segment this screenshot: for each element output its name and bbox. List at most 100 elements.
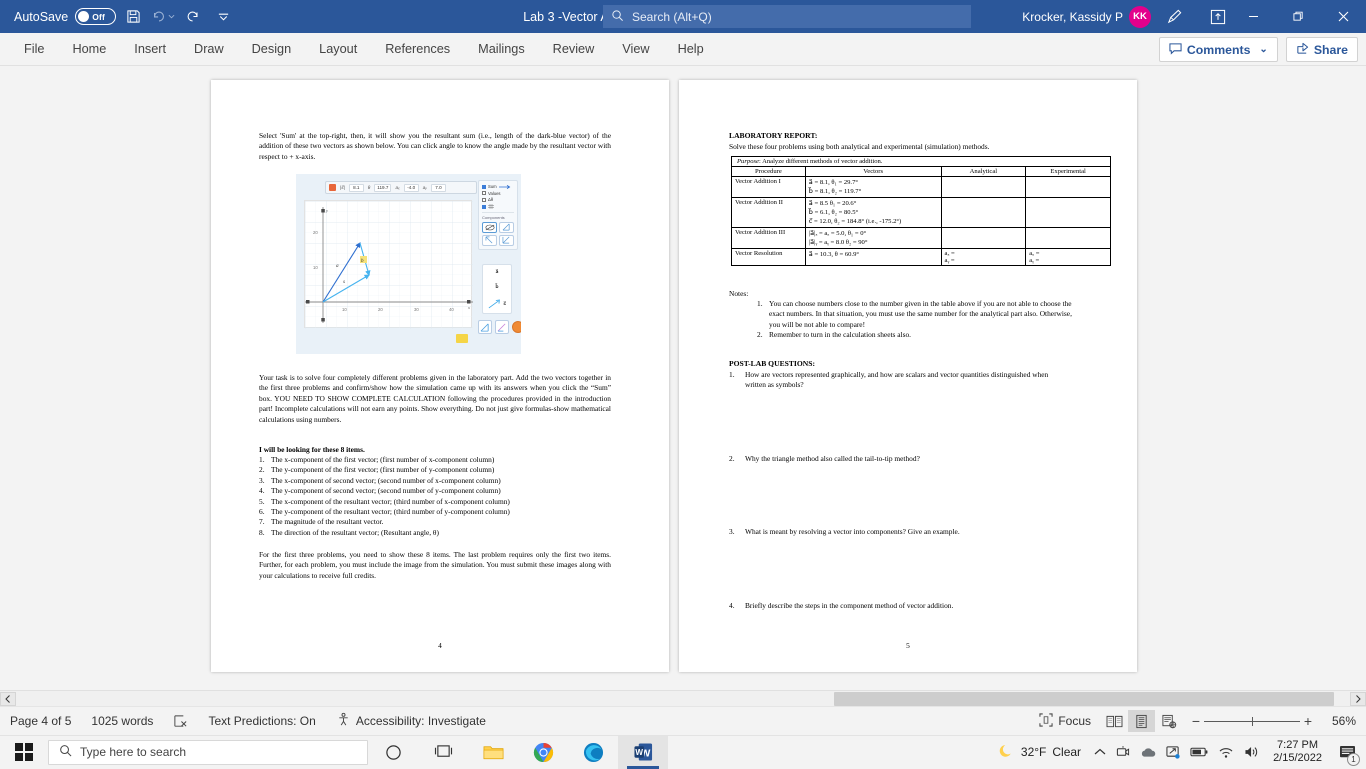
tab-insert[interactable]: Insert [120, 33, 180, 66]
read-mode-icon[interactable] [1101, 710, 1128, 732]
option-values[interactable]: Values [482, 191, 514, 196]
protractor-tool-button[interactable] [495, 320, 509, 334]
checkbox-delta-theta[interactable] [482, 198, 486, 202]
text-predictions-status[interactable]: Text Predictions: On [198, 707, 325, 736]
reset-button[interactable] [512, 321, 521, 333]
pen-icon[interactable] [1161, 4, 1187, 30]
cortana-icon[interactable] [368, 736, 418, 769]
tab-draw[interactable]: Draw [180, 33, 238, 66]
chevron-up-icon[interactable] [1089, 736, 1111, 769]
scroll-track[interactable] [16, 692, 1350, 706]
accessibility-status[interactable]: Accessibility: Investigate [326, 707, 496, 736]
cell-analytical[interactable] [941, 198, 1026, 228]
vector-s-item[interactable]: s⃗ [488, 299, 506, 309]
page-indicator[interactable]: Page 4 of 5 [0, 707, 81, 736]
tab-file[interactable]: File [10, 33, 58, 66]
microsoft-edge-icon[interactable] [568, 736, 618, 769]
camera-icon[interactable] [1111, 736, 1135, 769]
page-5[interactable]: LABORATORY REPORT: Solve these four prob… [679, 80, 1137, 672]
battery-icon[interactable] [1185, 736, 1213, 769]
document-canvas[interactable]: Select 'Sum' at the top-right, then, it … [0, 68, 1366, 688]
tab-layout[interactable]: Layout [305, 33, 371, 66]
zoom-handle[interactable] [1252, 717, 1253, 726]
taskbar-search-input[interactable]: Type here to search [48, 740, 368, 765]
tab-mailings[interactable]: Mailings [464, 33, 539, 66]
components-triangle-button[interactable] [499, 222, 514, 233]
option-sum[interactable]: Sum [482, 184, 514, 189]
simulation-color-swatch[interactable] [329, 184, 336, 191]
onedrive-icon[interactable] [1135, 736, 1161, 769]
components-xy-button[interactable] [499, 235, 514, 246]
tab-design[interactable]: Design [238, 33, 306, 66]
user-name[interactable]: Krocker, Kassidy P [1022, 10, 1123, 24]
vector-a-label[interactable]: a⃗ [495, 269, 498, 275]
chevron-down-icon[interactable]: ⌄ [1259, 44, 1267, 55]
redo-icon[interactable] [180, 4, 206, 30]
web-layout-icon[interactable] [1155, 710, 1182, 732]
word-count[interactable]: 1025 words [81, 707, 163, 736]
zoom-out-button[interactable]: − [1188, 713, 1204, 729]
print-layout-icon[interactable] [1128, 710, 1155, 732]
simulation-options-panel[interactable]: Sum Values Δθ Components [478, 180, 518, 250]
zoom-track[interactable] [1204, 721, 1300, 722]
scroll-thumb[interactable] [834, 692, 1334, 706]
close-button[interactable] [1321, 0, 1366, 33]
eraser-tool-icon[interactable] [456, 334, 468, 343]
restore-button[interactable] [1276, 0, 1321, 33]
horizontal-scrollbar[interactable] [0, 690, 1366, 706]
components-parallel-button[interactable] [482, 235, 497, 246]
checkbox-sum[interactable] [482, 185, 486, 189]
option-grid[interactable] [482, 204, 514, 210]
undo-icon[interactable] [150, 4, 176, 30]
chevron-down-icon[interactable] [210, 4, 236, 30]
focus-button[interactable]: Focus [1029, 707, 1101, 736]
save-icon[interactable] [120, 4, 146, 30]
google-chrome-icon[interactable] [518, 736, 568, 769]
windows-start-icon[interactable] [0, 736, 48, 769]
components-none-button[interactable] [482, 222, 497, 233]
display-share-icon[interactable] [1161, 736, 1185, 769]
cell-experimental[interactable] [1026, 198, 1111, 228]
tab-home[interactable]: Home [58, 33, 120, 66]
scroll-left-button[interactable] [0, 692, 16, 706]
autosave-toggle[interactable]: Off [75, 8, 116, 25]
checkbox-values[interactable] [482, 191, 486, 195]
tab-help[interactable]: Help [664, 33, 718, 66]
page-4[interactable]: Select 'Sum' at the top-right, then, it … [211, 80, 669, 672]
taskbar-clock[interactable]: 7:27 PM 2/15/2022 [1265, 739, 1330, 765]
checkbox-grid[interactable] [482, 205, 486, 209]
ribbon-display-options-icon[interactable] [1205, 4, 1231, 30]
cell-experimental[interactable]: aₓ = aᵧ = [1026, 249, 1111, 266]
simulation-plot[interactable]: x y 10 20 30 40 10 20 a⃗ s⃗ [304, 200, 472, 328]
tab-view[interactable]: View [608, 33, 663, 66]
wifi-icon[interactable] [1213, 736, 1239, 769]
proofing-errors-icon[interactable] [163, 707, 198, 736]
tab-review[interactable]: Review [539, 33, 609, 66]
simulation-vector-list[interactable]: a⃗ b⃗ s⃗ [482, 264, 512, 314]
cell-experimental[interactable] [1026, 177, 1111, 198]
comments-button[interactable]: Comments ⌄ [1159, 37, 1278, 62]
microsoft-word-icon[interactable]: W W [618, 736, 668, 769]
weather-widget[interactable]: 32°F Clear [991, 743, 1089, 762]
zoom-level[interactable]: 56% [1322, 714, 1366, 728]
file-explorer-icon[interactable] [468, 736, 518, 769]
cell-analytical[interactable] [941, 228, 1026, 249]
tab-references[interactable]: References [371, 33, 464, 66]
notifications-icon[interactable]: 1 [1330, 736, 1364, 769]
scroll-right-button[interactable] [1350, 692, 1366, 706]
avatar[interactable]: KK [1129, 6, 1151, 28]
vector-b-label[interactable]: b⃗ [495, 284, 498, 290]
option-delta-theta[interactable]: Δθ [482, 197, 514, 202]
minimize-button[interactable] [1231, 0, 1276, 33]
share-button[interactable]: Share [1286, 37, 1358, 62]
task-view-icon[interactable] [418, 736, 468, 769]
search-input[interactable]: Search (Alt+Q) [603, 5, 971, 28]
simulation-screenshot[interactable]: |s⃗| 8.1 θ 119.7 aₓ -4.0 aᵧ 7.0 [296, 174, 521, 354]
cell-experimental[interactable] [1026, 228, 1111, 249]
angle-tool-button[interactable] [478, 320, 492, 334]
zoom-in-button[interactable]: + [1300, 713, 1316, 729]
zoom-slider[interactable]: − + [1188, 713, 1316, 729]
cell-analytical[interactable]: aₓ = aᵧ = [941, 249, 1026, 266]
cell-analytical[interactable] [941, 177, 1026, 198]
volume-icon[interactable] [1239, 736, 1265, 769]
